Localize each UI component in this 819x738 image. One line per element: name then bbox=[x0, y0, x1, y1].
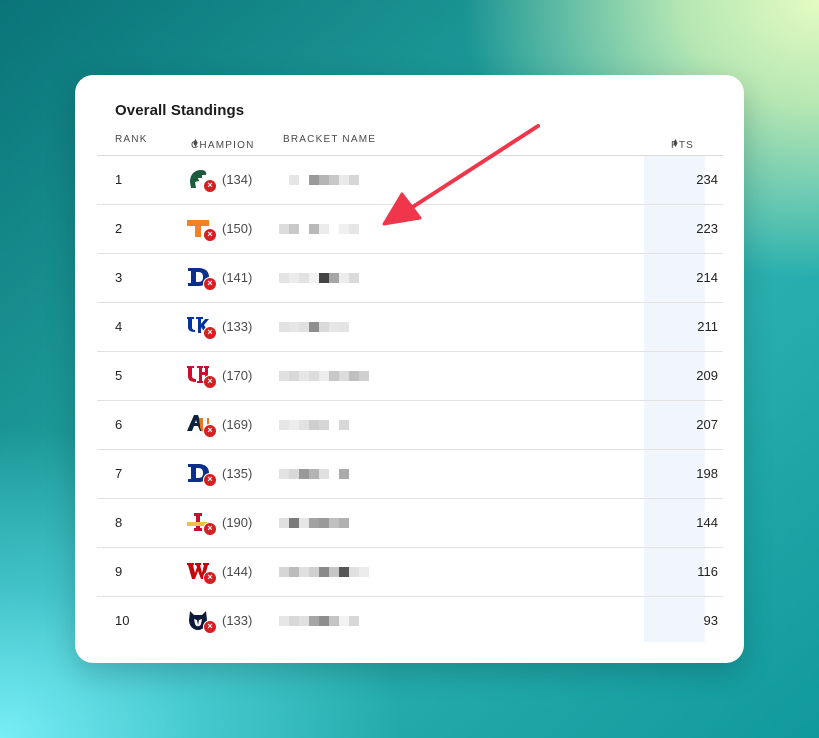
table-row[interactable]: 1 × (134) 234 bbox=[97, 156, 723, 205]
champion-seed: (133) bbox=[222, 613, 253, 628]
pts-cell: 93 bbox=[703, 613, 718, 628]
rank-cell: 8 bbox=[115, 515, 123, 530]
bracket-name-redacted bbox=[279, 513, 349, 533]
bracket-name-redacted bbox=[279, 170, 359, 190]
table-row[interactable]: 7 × (135) 198 bbox=[97, 450, 723, 499]
pts-cell: 211 bbox=[697, 319, 718, 334]
table-row[interactable]: 2 × (150) 223 bbox=[97, 205, 723, 254]
rank-column-header: RANK bbox=[115, 134, 148, 145]
eliminated-x-icon: × bbox=[203, 277, 217, 291]
bracket-name-redacted bbox=[279, 562, 369, 582]
bracket-name-redacted bbox=[279, 464, 359, 484]
champion-seed: (135) bbox=[222, 466, 253, 481]
standings-table: 1 × (134) 234 2 × (150) 223 3 × (141) 21… bbox=[97, 156, 723, 645]
table-row[interactable]: 9 × (144) 116 bbox=[97, 548, 723, 597]
champion-seed: (141) bbox=[222, 270, 253, 285]
bracket-name-column-header: BRACKET NAME bbox=[283, 134, 377, 145]
pts-cell: 144 bbox=[696, 515, 718, 530]
rank-cell: 2 bbox=[115, 221, 123, 236]
rank-cell: 4 bbox=[115, 319, 123, 334]
table-row[interactable]: 4 × (133) 211 bbox=[97, 303, 723, 352]
eliminated-x-icon: × bbox=[203, 620, 217, 634]
champion-seed: (134) bbox=[222, 172, 253, 187]
sort-icon: ▲ ▼ bbox=[192, 138, 199, 149]
champion-seed: (150) bbox=[222, 221, 253, 236]
rank-cell: 9 bbox=[115, 564, 123, 579]
eliminated-x-icon: × bbox=[203, 522, 217, 536]
pts-cell: 214 bbox=[696, 270, 718, 285]
table-row[interactable]: 5 × (170) 209 bbox=[97, 352, 723, 401]
standings-title: Overall Standings bbox=[115, 102, 245, 119]
table-row[interactable]: 6 × (169) 207 bbox=[97, 401, 723, 450]
pts-cell: 234 bbox=[696, 172, 718, 187]
rank-cell: 5 bbox=[115, 368, 123, 383]
rank-cell: 3 bbox=[115, 270, 123, 285]
bracket-name-redacted bbox=[279, 611, 359, 631]
rank-cell: 6 bbox=[115, 417, 123, 432]
rank-cell: 7 bbox=[115, 466, 123, 481]
table-row[interactable]: 10 × (133) 93 bbox=[97, 597, 723, 645]
table-row[interactable]: 3 × (141) 214 bbox=[97, 254, 723, 303]
pts-cell: 209 bbox=[696, 368, 718, 383]
pts-cell: 116 bbox=[697, 564, 718, 579]
bracket-name-redacted bbox=[279, 366, 369, 386]
table-row[interactable]: 8 × (190) 144 bbox=[97, 499, 723, 548]
eliminated-x-icon: × bbox=[203, 571, 217, 585]
rank-cell: 1 bbox=[115, 172, 123, 187]
bracket-name-redacted bbox=[279, 415, 349, 435]
eliminated-x-icon: × bbox=[203, 375, 217, 389]
bracket-name-redacted bbox=[279, 268, 359, 288]
sort-icon: ▲ ▼ bbox=[672, 138, 679, 149]
bracket-name-redacted bbox=[279, 219, 359, 239]
eliminated-x-icon: × bbox=[203, 326, 217, 340]
standings-card: Overall Standings RANK CHAMPION ▲ ▼ BRACKE… bbox=[75, 75, 744, 663]
champion-seed: (190) bbox=[222, 515, 253, 530]
pts-cell: 223 bbox=[696, 221, 718, 236]
eliminated-x-icon: × bbox=[203, 473, 217, 487]
champion-seed: (169) bbox=[222, 417, 253, 432]
eliminated-x-icon: × bbox=[203, 228, 217, 242]
champion-seed: (133) bbox=[222, 319, 253, 334]
champion-header-label: CHAMPION bbox=[191, 140, 255, 151]
bracket-name-redacted bbox=[279, 317, 349, 337]
rank-cell: 10 bbox=[115, 613, 130, 628]
champion-seed: (170) bbox=[222, 368, 253, 383]
pts-cell: 207 bbox=[696, 417, 718, 432]
table-header: RANK CHAMPION ▲ ▼ BRACKET NAME PTS ▲ ▼ bbox=[97, 128, 723, 156]
eliminated-x-icon: × bbox=[203, 424, 217, 438]
champion-seed: (144) bbox=[222, 564, 253, 579]
eliminated-x-icon: × bbox=[203, 179, 217, 193]
pts-cell: 198 bbox=[696, 466, 718, 481]
